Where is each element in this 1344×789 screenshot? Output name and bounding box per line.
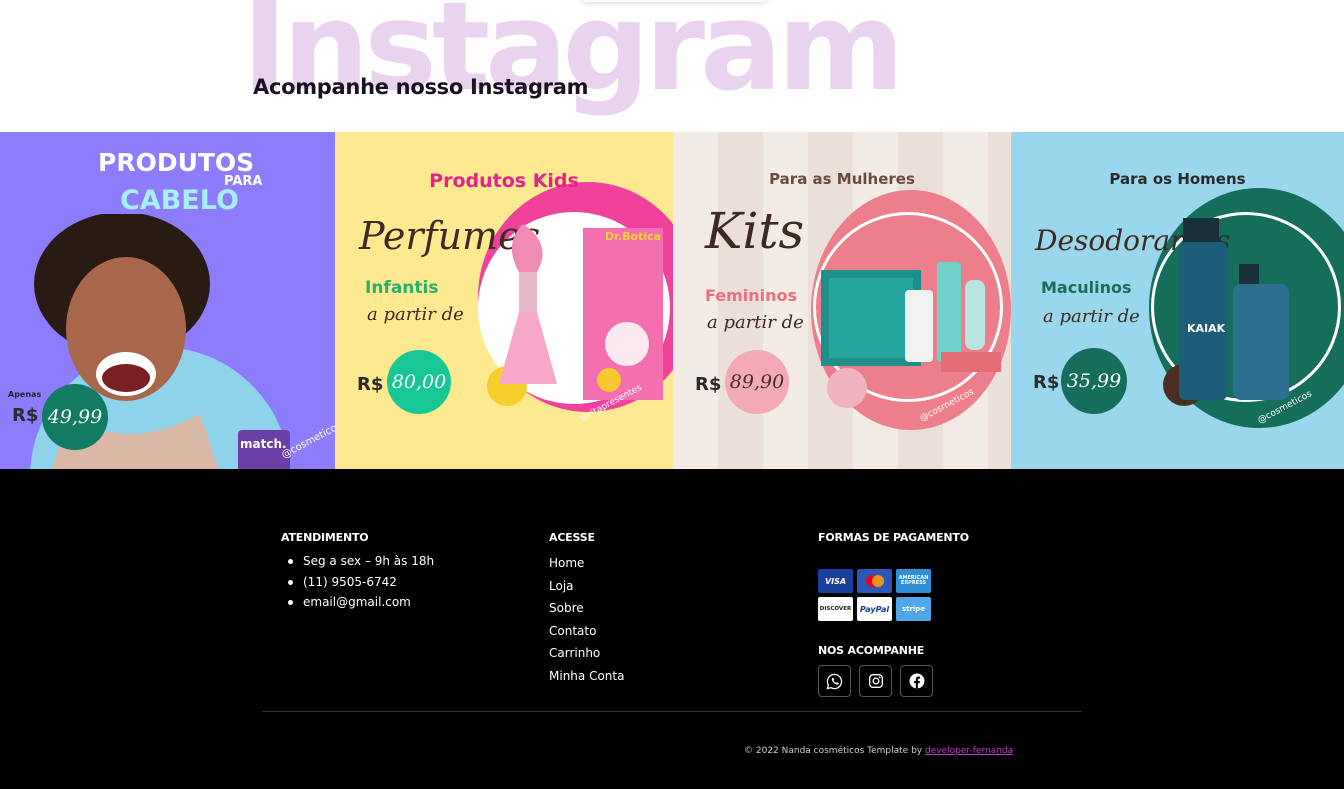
mastercard-icon (857, 569, 892, 593)
payment-methods: VISA AMERICAN EXPRESS DISCOVER PayPal st… (818, 569, 931, 621)
currency-label: R$ (12, 405, 39, 426)
footer-link-sobre[interactable]: Sobre (549, 601, 584, 615)
post-heading: Para os Homens (1109, 170, 1246, 188)
instagram-post-cabelo[interactable]: PRODUTOS PARA CABELO match. Apenas R$ 49… (0, 132, 335, 469)
atendimento-list: Seg a sex – 9h às 18h (11) 9505-6742 ema… (281, 551, 434, 613)
post-heading-top: PRODUTOS (98, 148, 255, 177)
currency-label: R$ (1033, 372, 1060, 393)
script-subtitle: a partir de (707, 312, 804, 333)
instagram-post-kids[interactable]: Produtos Kids Perfumes Infantis a partir… (335, 132, 673, 469)
sub-heading: Infantis (365, 278, 439, 298)
copyright-text: © 2022 Nanda cosméticos Template by (744, 746, 923, 756)
sub-heading: Femininos (705, 286, 798, 305)
kids-product-box (583, 228, 663, 400)
currency-label: R$ (695, 374, 722, 395)
acesse-nav: Home Loja Sobre Contato Carrinho Minha C… (549, 552, 624, 687)
product-brand: Dr.Botica (605, 230, 662, 243)
instagram-icon[interactable] (859, 665, 892, 697)
acesse-title: ACESSE (549, 531, 595, 544)
apenas-label: Apenas (8, 390, 42, 399)
stripe-icon: stripe (896, 597, 931, 621)
post-heading: Para as Mulheres (769, 170, 915, 188)
instagram-gallery: PRODUTOS PARA CABELO match. Apenas R$ 49… (0, 132, 1344, 469)
footer-link-carrinho[interactable]: Carrinho (549, 646, 600, 660)
price-badge: 35,99 (1061, 348, 1127, 414)
atendimento-title: ATENDIMENTO (281, 531, 369, 544)
product-label: match. (240, 437, 287, 451)
price-badge: 80,00 (387, 350, 451, 414)
paypal-icon: PayPal (857, 597, 892, 621)
footer-link-loja[interactable]: Loja (549, 579, 574, 593)
atendimento-phone: (11) 9505-6742 (281, 572, 434, 593)
atendimento-email: email@gmail.com (281, 592, 434, 613)
footer-link-contato[interactable]: Contato (549, 624, 596, 638)
script-text: Kits (705, 202, 805, 260)
script-subtitle: a partir de (367, 304, 464, 325)
post-heading-bottom: CABELO (120, 185, 239, 216)
footer-link-home[interactable]: Home (549, 556, 584, 570)
amex-icon: AMERICAN EXPRESS (896, 569, 931, 593)
instagram-section-header: Instagram Acompanhe nosso Instagram (0, 0, 1344, 132)
visa-icon: VISA (818, 569, 853, 593)
footer-link-minha-conta[interactable]: Minha Conta (549, 669, 624, 683)
discover-icon: DISCOVER (818, 597, 853, 621)
currency-label: R$ (357, 374, 384, 395)
instagram-post-mulheres[interactable]: Para as Mulheres Kits Femininos a partir… (673, 132, 1011, 469)
developer-credit-link[interactable]: developer-fernanda (925, 746, 1013, 756)
instagram-post-homens[interactable]: Para os Homens Desodorantes Maculinos a … (1011, 132, 1344, 469)
social-links (818, 665, 933, 697)
whatsapp-icon[interactable] (818, 665, 851, 697)
kaiak-deodorant-bottles (1179, 218, 1289, 400)
atendimento-hours: Seg a sex – 9h às 18h (281, 551, 434, 572)
womens-gift-kit (821, 262, 1001, 372)
facebook-icon[interactable] (900, 665, 933, 697)
section-title: Acompanhe nosso Instagram (253, 75, 589, 99)
social-title: NOS ACOMPANHE (818, 644, 925, 657)
script-subtitle: a partir de (1043, 306, 1140, 327)
site-footer: ATENDIMENTO Seg a sex – 9h às 18h (11) 9… (0, 469, 1344, 789)
product-label: KAIAK (1187, 322, 1226, 335)
pagamento-title: FORMAS DE PAGAMENTO (818, 531, 969, 544)
kids-perfume-bottle (499, 224, 557, 384)
price-badge: 49,99 (42, 384, 108, 450)
sub-heading: Maculinos (1041, 278, 1132, 297)
accent-dot (827, 368, 867, 408)
post-heading: Produtos Kids (429, 170, 579, 192)
copyright: © 2022 Nanda cosméticos Template by deve… (744, 746, 1013, 756)
footer-divider (262, 711, 1082, 712)
price-badge: 89,90 (725, 350, 789, 414)
